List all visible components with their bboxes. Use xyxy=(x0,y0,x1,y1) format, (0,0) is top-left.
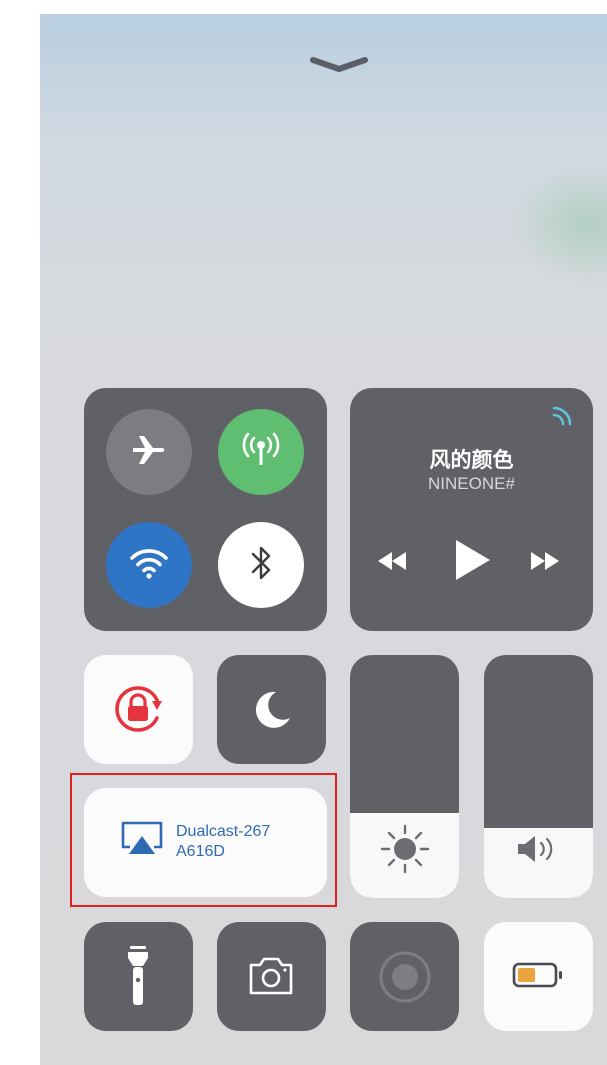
chevron-down-icon[interactable] xyxy=(310,54,368,74)
bluetooth-toggle[interactable] xyxy=(218,522,304,608)
flashlight-button[interactable] xyxy=(84,922,193,1031)
orientation-lock-icon xyxy=(108,679,168,744)
moon-icon xyxy=(246,684,296,739)
sun-icon xyxy=(377,821,433,882)
orientation-lock-button[interactable] xyxy=(84,655,193,764)
bluetooth-icon xyxy=(246,543,276,588)
cellular-data-toggle[interactable] xyxy=(218,409,304,495)
do-not-disturb-button[interactable] xyxy=(217,655,326,764)
wifi-toggle[interactable] xyxy=(106,522,192,608)
camera-icon xyxy=(245,954,297,1003)
volume-slider[interactable] xyxy=(484,655,593,898)
brightness-slider[interactable] xyxy=(350,655,459,898)
battery-icon xyxy=(511,960,567,995)
speaker-icon xyxy=(512,831,566,872)
record-icon xyxy=(378,950,432,1009)
connectivity-module xyxy=(84,388,327,631)
screen-recording-button[interactable] xyxy=(350,922,459,1031)
flashlight-icon xyxy=(123,944,153,1015)
airplane-mode-toggle[interactable] xyxy=(106,409,192,495)
fast-forward-icon[interactable] xyxy=(525,548,565,579)
cellular-antenna-icon xyxy=(239,430,283,475)
airplay-audio-icon[interactable] xyxy=(548,402,576,435)
song-title: 风的颜色 xyxy=(429,449,514,472)
camera-button[interactable] xyxy=(217,922,326,1031)
wallpaper-glow xyxy=(510,164,607,284)
now-playing-module[interactable]: 风的颜色 NINEONE# xyxy=(350,388,593,631)
control-center: 风的颜色 NINEONE# Dualcast-267 A616D xyxy=(40,14,607,1065)
play-icon[interactable] xyxy=(450,538,494,587)
wifi-icon xyxy=(129,546,169,585)
airplane-icon xyxy=(129,430,169,475)
song-artist: NINEONE# xyxy=(428,474,515,493)
low-power-mode-button[interactable] xyxy=(484,922,593,1031)
highlight-box xyxy=(70,773,337,907)
rewind-icon[interactable] xyxy=(372,548,412,579)
